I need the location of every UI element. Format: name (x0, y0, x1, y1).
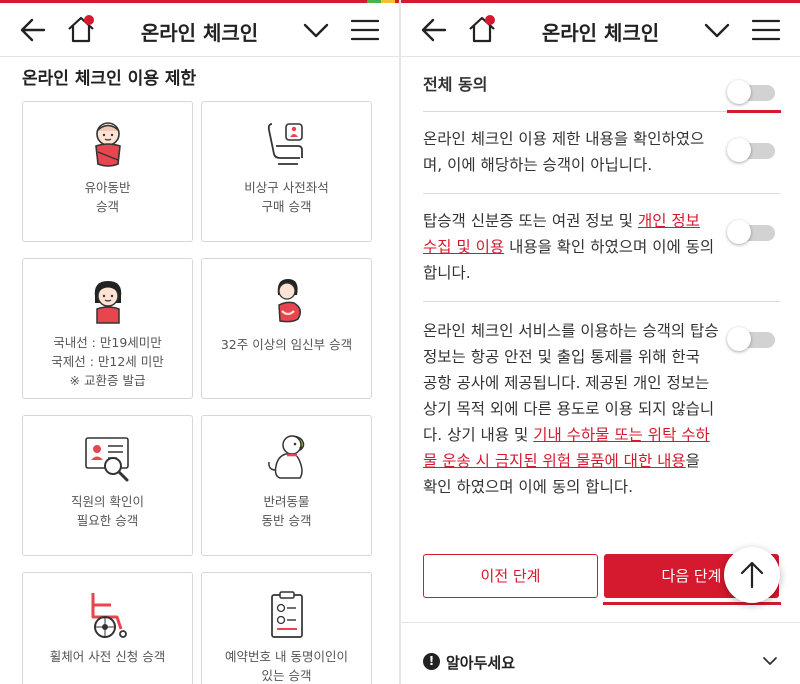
restriction-card-same-name: 예약번호 내 동명이인이 있는 승객 (201, 572, 372, 684)
agree-all-row: 전체 동의 (423, 58, 780, 112)
hamburger-menu-icon[interactable] (752, 19, 780, 41)
app-header: 온라인 체크인 (401, 3, 800, 57)
restriction-card-pregnant: 32주 이상의 임신부 승객 (201, 258, 372, 399)
app-header: 온라인 체크인 (0, 3, 399, 57)
hamburger-menu-icon[interactable] (351, 19, 379, 41)
agree-all-label: 전체 동의 (423, 75, 488, 94)
agree-airport-info-toggle[interactable] (727, 326, 777, 352)
infant-icon (94, 122, 121, 167)
agree-item-restriction: 온라인 체크인 이용 제한 내용을 확인하였으며, 이에 해당하는 승객이 아닙… (423, 112, 780, 194)
dog-icon (267, 435, 304, 479)
chevron-down-icon[interactable] (762, 655, 778, 667)
restriction-card-staff-check: 직원의 확인이 필요한 승객 (22, 415, 193, 556)
page-title: 온라인 체크인 (140, 21, 259, 45)
arrow-up-icon (740, 561, 764, 589)
agree-item-text: 탑승객 신분증 또는 여권 정보 및 개인 정보 수집 및 이용 내용을 확인 … (423, 212, 715, 282)
scroll-to-top-button[interactable] (724, 547, 780, 603)
card-label: 직원의 확인이 필요한 승객 (71, 494, 144, 528)
child-icon (94, 281, 121, 324)
left-screen: 온라인 체크인 온라인 체크인 이용 제한 유아동반 승객 비상구 사전좌석 구… (0, 0, 399, 684)
right-screen: 온라인 체크인 전체 동의 온라인 체크인 이용 제한 내용을 확인하였으며, … (401, 0, 800, 684)
id-check-icon (84, 437, 129, 482)
wheelchair-icon (91, 593, 127, 638)
pregnant-woman-icon (277, 279, 301, 323)
restriction-card-exit-seat: 비상구 사전좌석 구매 승객 (201, 101, 372, 242)
page-title: 온라인 체크인 (541, 21, 660, 45)
restriction-card-wheelchair: 휠체어 사전 신청 승객 (22, 572, 193, 684)
agree-item-airport-info: 온라인 체크인 서비스를 이용하는 승객의 탑승 정보는 항공 안전 및 출입 … (423, 302, 780, 524)
card-label: 반려동물 동반 승객 (261, 494, 312, 528)
card-label: 예약번호 내 동명이인이 있는 승객 (225, 649, 348, 683)
alert-icon: ! (423, 653, 440, 670)
card-label: 32주 이상의 임신부 승객 (220, 337, 353, 352)
restriction-card-infant: 유아동반 승객 (22, 101, 193, 242)
agree-item-personal-info: 탑승객 신분증 또는 여권 정보 및 개인 정보 수집 및 이용 내용을 확인 … (423, 194, 780, 302)
card-label: 비상구 사전좌석 구매 승객 (244, 180, 329, 214)
agree-restriction-toggle[interactable] (727, 137, 777, 163)
agree-personal-info-toggle[interactable] (727, 219, 777, 245)
card-label: 국내선 : 만19세미만 국제선 : 만12세 미만 ※ 교환증 발급 (51, 335, 164, 388)
chevron-down-icon[interactable] (303, 19, 329, 41)
previous-step-button[interactable]: 이전 단계 (423, 554, 598, 598)
restriction-section-title: 온라인 체크인 이용 제한 (22, 69, 197, 89)
card-label: 유아동반 승객 (84, 180, 131, 214)
card-label: 휠체어 사전 신청 승객 (49, 649, 166, 664)
agree-all-toggle[interactable] (727, 79, 777, 105)
notice-section[interactable]: ! 알아두세요 (401, 622, 800, 684)
exit-seat-icon (267, 123, 303, 165)
agree-item-text: 온라인 체크인 서비스를 이용하는 승객의 탑승 정보는 항공 안전 및 출입 … (423, 322, 719, 496)
agree-item-text: 온라인 체크인 이용 제한 내용을 확인하였으며, 이에 해당하는 승객이 아닙… (423, 130, 705, 174)
chevron-down-icon[interactable] (704, 19, 730, 41)
restriction-card-pet: 반려동물 동반 승객 (201, 415, 372, 556)
notice-title: 알아두세요 (446, 654, 516, 672)
clipboard-icon (270, 591, 303, 638)
restriction-card-minor: 국내선 : 만19세미만 국제선 : 만12세 미만 ※ 교환증 발급 (22, 258, 193, 399)
